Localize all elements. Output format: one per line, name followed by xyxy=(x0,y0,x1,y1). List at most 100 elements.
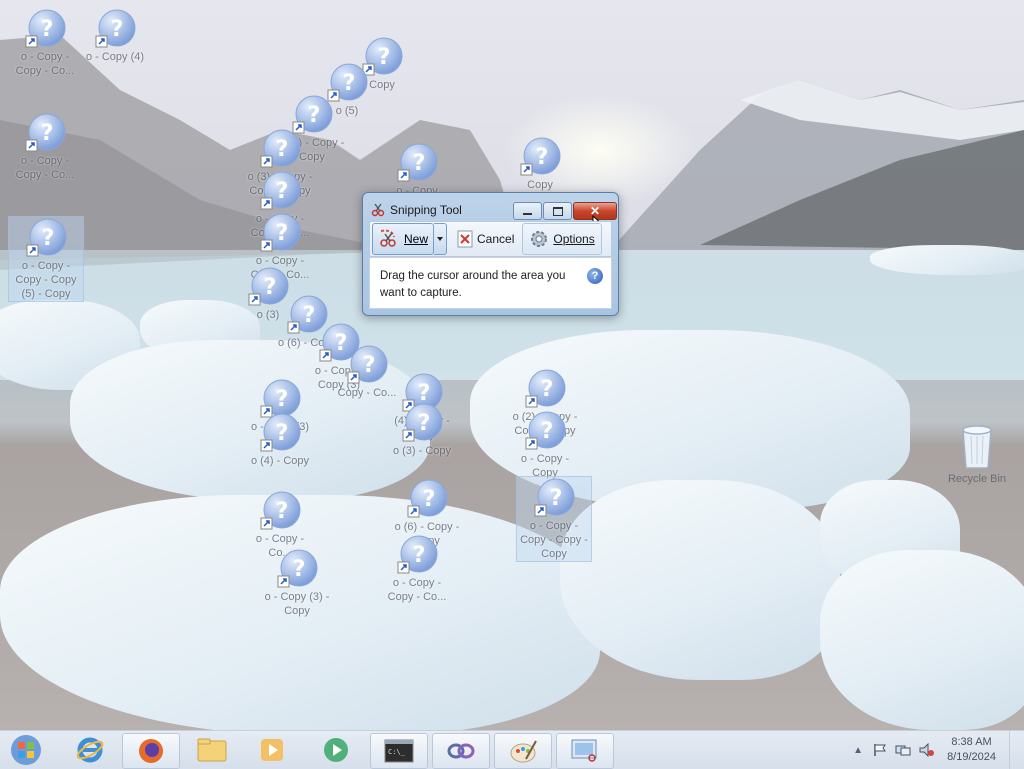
maximize-icon xyxy=(552,206,563,216)
options-button[interactable]: Options xyxy=(522,223,602,255)
svg-text:?: ? xyxy=(276,421,289,446)
help-icon[interactable]: ? xyxy=(587,268,603,284)
recycle-bin[interactable]: Recycle Bin xyxy=(940,422,1014,485)
show-desktop-button[interactable] xyxy=(1009,731,1024,769)
svg-text:?: ? xyxy=(276,499,289,524)
svg-text:?: ? xyxy=(42,226,55,251)
cancel-label: Cancel xyxy=(477,232,515,246)
unknown-file-icon: ? xyxy=(347,345,388,384)
new-snip-mode-dropdown[interactable] xyxy=(434,223,448,255)
desktop-shortcut-label: o (3) - Copy xyxy=(392,445,452,457)
window-title: Snipping Tool xyxy=(390,203,462,217)
svg-text:?: ? xyxy=(41,17,54,42)
shortcut-icon-wrapper: ? xyxy=(524,410,566,452)
new-snip-label: New xyxy=(404,232,429,246)
desktop-shortcut[interactable]: ? Copy xyxy=(503,136,577,192)
desktop-shortcut-label: o - Copy - Copy - Co... xyxy=(15,155,75,181)
cancel-button[interactable]: Cancel xyxy=(451,224,520,254)
desktop-shortcut[interactable]: ? o - Copy - Copy - Co... xyxy=(8,112,82,182)
unknown-file-icon: ? xyxy=(95,9,136,48)
link-icon xyxy=(447,743,475,759)
shortcut-icon-wrapper: ? xyxy=(396,142,438,184)
svg-text:?: ? xyxy=(550,486,563,511)
unknown-file-icon: ? xyxy=(260,129,301,168)
desktop-shortcut[interactable]: ? o - Copy - Copy xyxy=(508,410,582,480)
volume-icon[interactable] xyxy=(919,743,935,757)
unknown-file-icon: ? xyxy=(397,143,438,182)
unknown-file-icon: ? xyxy=(277,549,318,588)
shortcut-icon-wrapper: ? xyxy=(533,477,575,519)
desktop-shortcut-label: o (4) - Copy xyxy=(250,455,310,467)
desktop-shortcut[interactable]: ? o - Copy - Copy - Copy - Copy xyxy=(516,476,592,562)
shortcut-icon-wrapper: ? xyxy=(346,344,388,386)
shortcut-icon-wrapper: ? xyxy=(259,490,301,532)
snipping-toolbar: New Cancel Options xyxy=(369,221,612,257)
clock-date: 8/19/2024 xyxy=(947,751,996,763)
desktop-shortcut-label: o - Copy - Copy - Co... xyxy=(15,51,75,77)
desktop-shortcut[interactable]: ? o (3) - Copy xyxy=(385,402,459,458)
desktop-shortcut[interactable]: ? o - Copy (3) - Copy xyxy=(260,548,334,618)
desktop-shortcut[interactable]: ? o - Copy - Copy - Copy (5) - Copy xyxy=(8,216,84,302)
ice-floe xyxy=(820,550,1024,730)
taskbar-media-player[interactable] xyxy=(244,733,300,767)
shortcut-icon-wrapper: ? xyxy=(276,548,318,590)
taskbar-media-center[interactable] xyxy=(308,733,364,767)
taskbar-internet-explorer[interactable] xyxy=(62,733,118,767)
new-snip-button[interactable]: New xyxy=(372,223,435,255)
unknown-file-icon: ? xyxy=(25,113,66,152)
system-tray: ▲ 8:38 AM 8/19/2024 xyxy=(853,731,1024,769)
shortcut-icon-wrapper: ? xyxy=(519,136,561,178)
svg-text:?: ? xyxy=(536,145,549,170)
action-center-flag-icon[interactable] xyxy=(873,743,887,757)
shortcut-icon-wrapper: ? xyxy=(259,412,301,454)
shortcut-icon-wrapper: ? xyxy=(396,534,438,576)
desktop-shortcut-label: o - Copy (4) xyxy=(85,51,145,63)
taskbar-terminal[interactable]: C:\_ xyxy=(370,733,428,769)
snipping-tool-window[interactable]: Snipping Tool ✕ New Cancel Options Drag … xyxy=(362,192,619,316)
taskbar-snipping-tool[interactable] xyxy=(556,733,614,769)
options-label: Options xyxy=(553,232,595,246)
minimize-button[interactable] xyxy=(513,202,542,220)
instruction-text: Drag the cursor around the area you want… xyxy=(380,270,566,299)
firefox-icon xyxy=(139,739,163,763)
maximize-button[interactable] xyxy=(543,202,572,220)
window-title-bar[interactable]: Snipping Tool xyxy=(371,201,462,219)
shortcut-icon-wrapper: ? xyxy=(259,212,301,254)
show-hidden-icons-icon[interactable]: ▲ xyxy=(853,745,863,756)
unknown-file-icon: ? xyxy=(260,171,301,210)
gear-icon xyxy=(531,231,548,247)
minimize-icon xyxy=(523,213,532,215)
taskbar-file-explorer[interactable] xyxy=(184,733,240,767)
unknown-file-icon: ? xyxy=(26,218,67,257)
shortcut-icon-wrapper: ? xyxy=(24,112,66,154)
cancel-icon xyxy=(457,230,473,248)
unknown-file-icon: ? xyxy=(260,413,301,452)
desktop-shortcut[interactable]: ? o - Copy (4) xyxy=(78,8,152,64)
shortcut-icon-wrapper: ? xyxy=(524,368,566,410)
desktop-shortcut-label: Copy xyxy=(527,179,553,191)
ice-floe xyxy=(870,245,1024,275)
taskbar-link-app[interactable] xyxy=(432,733,490,769)
shortcut-icon-wrapper: ? xyxy=(401,402,443,444)
desktop-shortcut[interactable]: ? o - Copy xyxy=(380,142,454,198)
svg-text:?: ? xyxy=(363,353,376,378)
svg-text:?: ? xyxy=(541,377,554,402)
taskbar-paint[interactable] xyxy=(494,733,552,769)
svg-text:?: ? xyxy=(276,221,289,246)
svg-text:?: ? xyxy=(276,137,289,162)
start-button[interactable] xyxy=(0,733,52,767)
clock[interactable]: 8:38 AM 8/19/2024 xyxy=(947,735,996,765)
svg-text:?: ? xyxy=(418,411,431,436)
network-icon[interactable] xyxy=(895,743,911,757)
media-player-icon xyxy=(261,739,283,761)
desktop-shortcut[interactable]: ? o - Copy - Copy - Co... xyxy=(8,8,82,78)
svg-text:C:\_: C:\_ xyxy=(388,748,406,756)
paint-icon xyxy=(510,740,537,763)
desktop-shortcut[interactable]: ? o - Copy - Copy - Co... xyxy=(380,534,454,604)
desktop-shortcut[interactable]: ? o (4) - Copy xyxy=(243,412,317,468)
svg-text:?: ? xyxy=(41,121,54,146)
start-orb-icon xyxy=(11,735,41,765)
instruction-panel: Drag the cursor around the area you want… xyxy=(369,257,612,309)
recycle-bin-label: Recycle Bin xyxy=(947,473,1007,485)
taskbar-firefox[interactable] xyxy=(122,733,180,769)
